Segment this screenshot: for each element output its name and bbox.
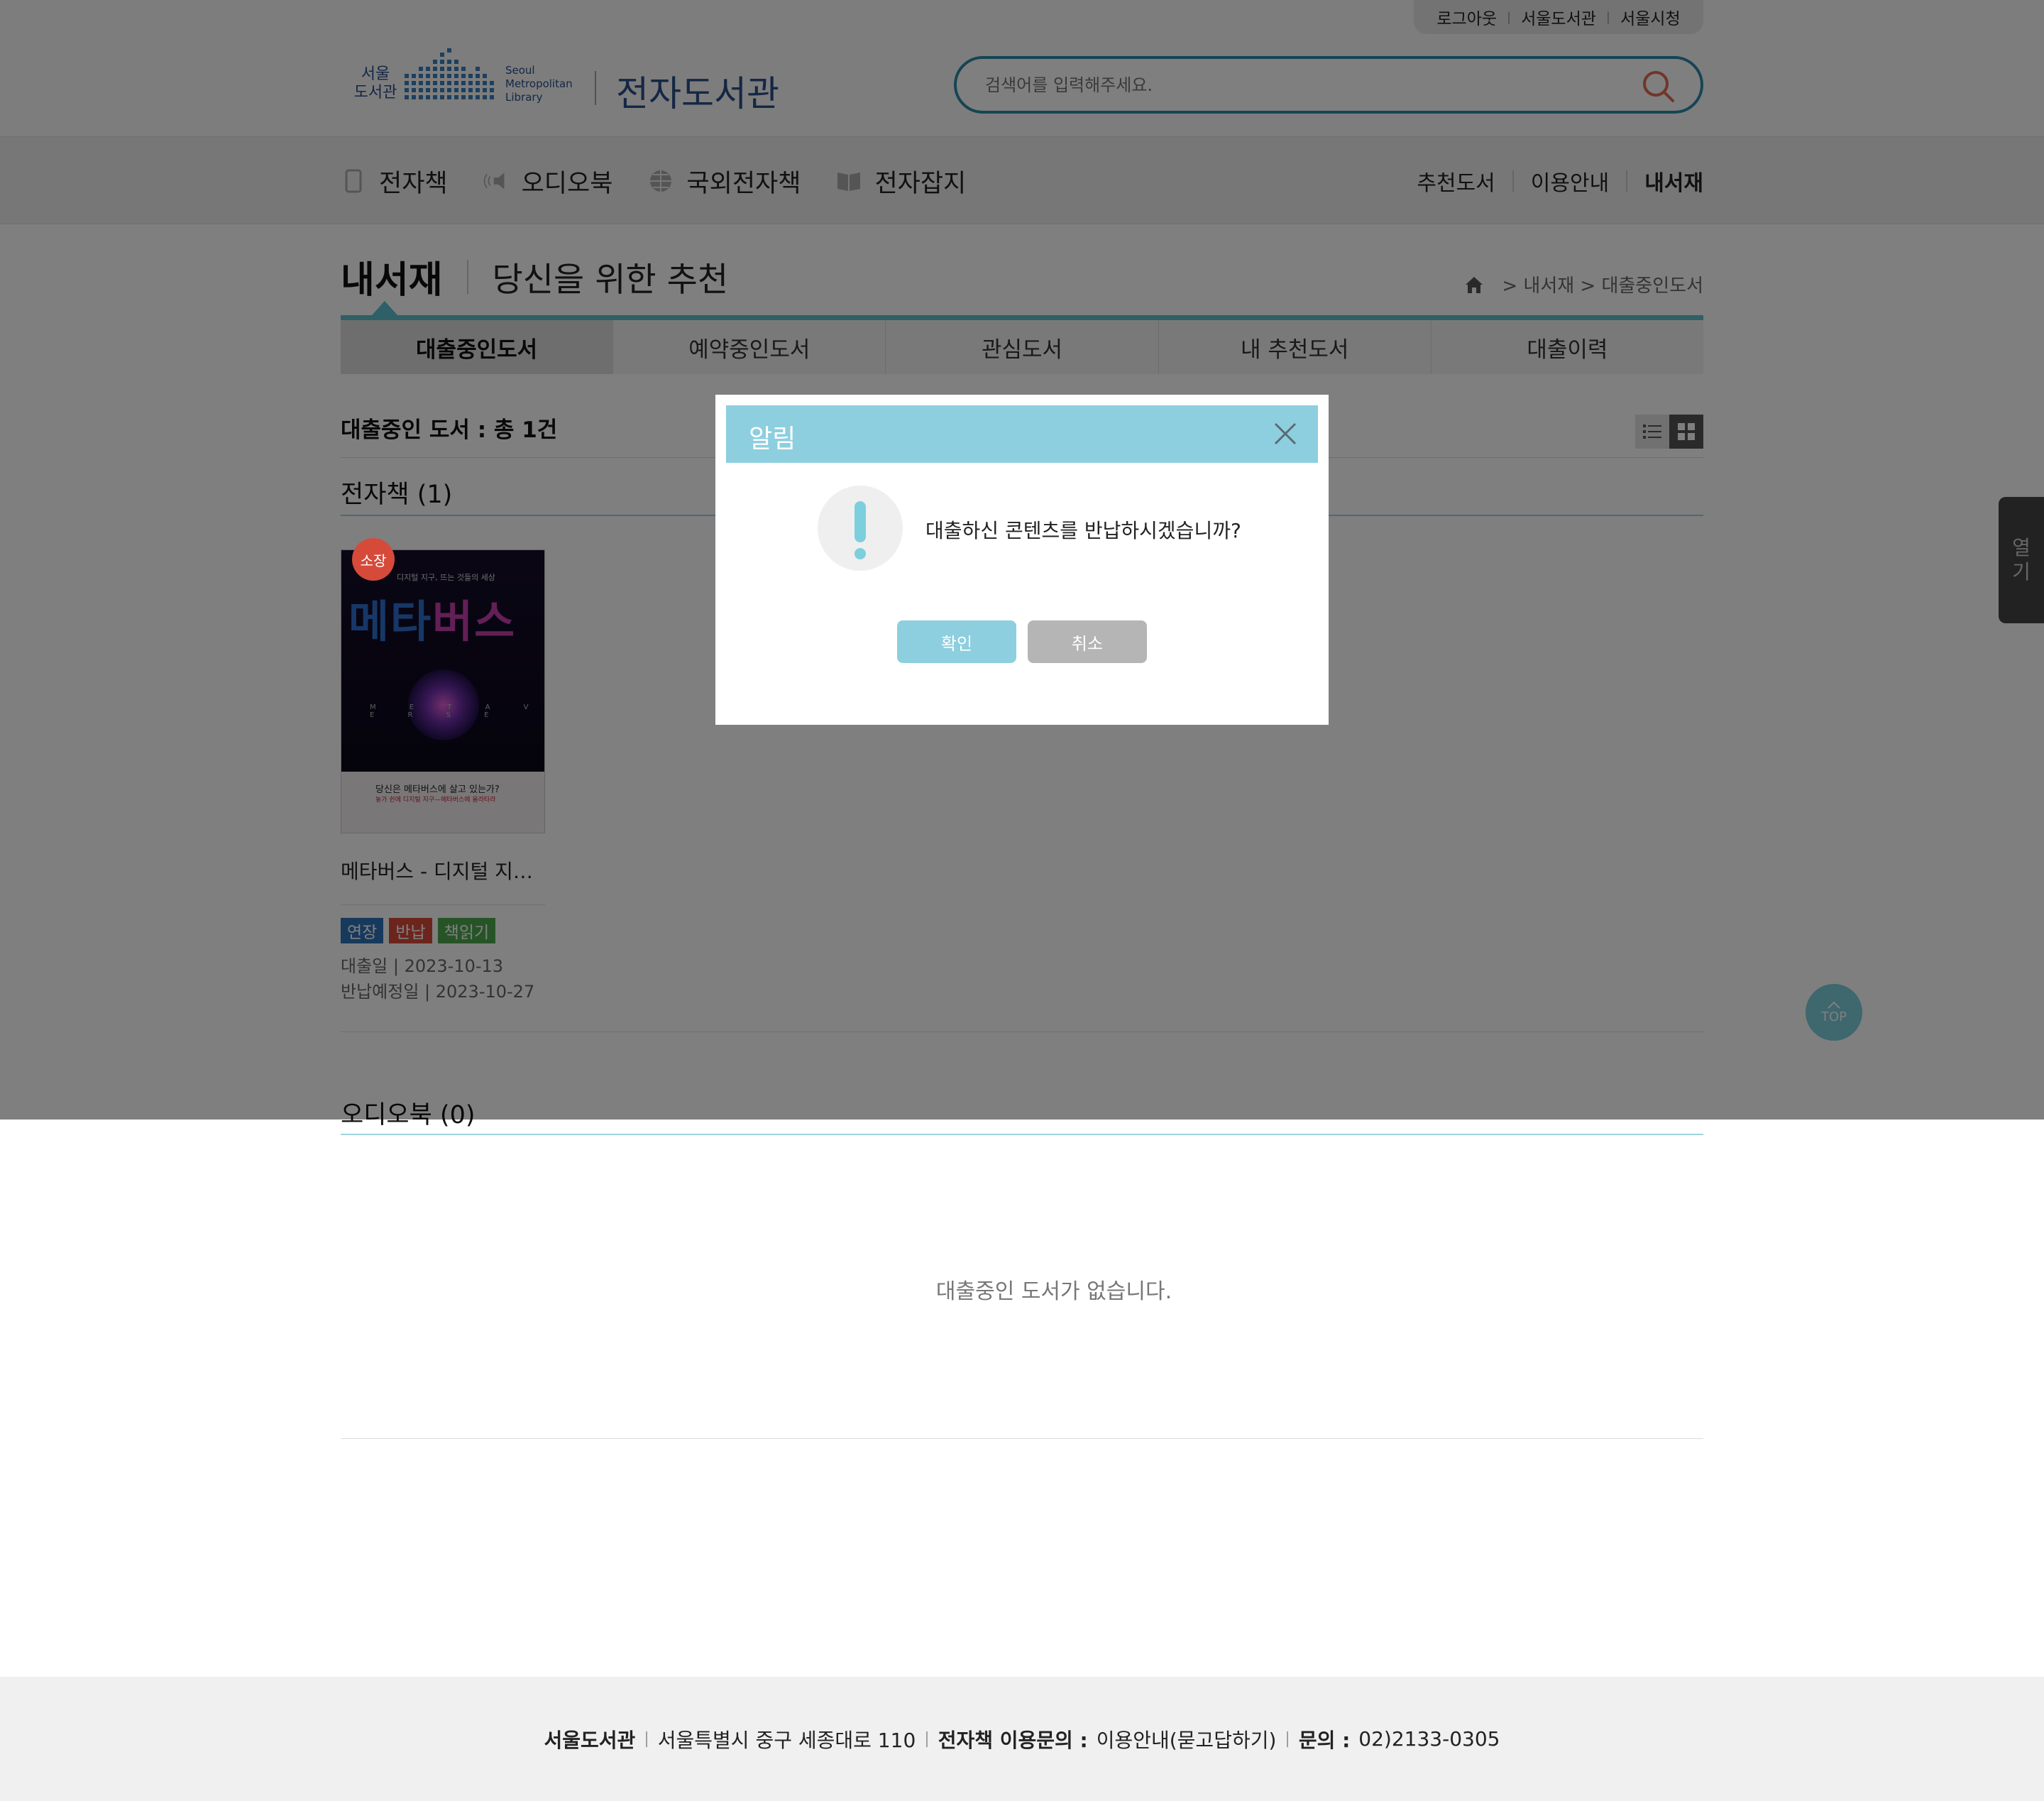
footer-inquiry-label: 전자책 이용문의 :	[938, 1728, 1088, 1752]
footer: 서울도서관 | 서울특별시 중구 세종대로 110 | 전자책 이용문의 : 이…	[0, 1677, 2044, 1801]
footer-inquiry-link[interactable]: 이용안내(묻고답하기)	[1097, 1725, 1277, 1753]
exclamation-bar	[855, 501, 866, 542]
cancel-button[interactable]: 취소	[1028, 620, 1147, 663]
close-icon[interactable]	[1271, 420, 1300, 448]
dialog-buttons: 확인 취소	[897, 620, 1147, 663]
alert-dialog: 알림 대출하신 콘텐츠를 반납하시겠습니까? 확인 취소	[715, 395, 1329, 725]
empty-message: 대출중인 도서가 없습니다.	[935, 1279, 1172, 1304]
exclamation-icon	[818, 486, 903, 571]
footer-phone-label: 문의 :	[1298, 1728, 1351, 1752]
footer-separator: |	[1285, 1730, 1290, 1748]
dialog-message: 대출하신 콘텐츠를 반납하시겠습니까?	[925, 519, 1241, 542]
footer-separator: |	[924, 1730, 930, 1748]
divider	[341, 1438, 1703, 1439]
dialog-header: 알림	[726, 405, 1318, 463]
footer-org: 서울도서관	[544, 1728, 636, 1752]
dialog-title: 알림	[749, 425, 796, 454]
footer-phone: 02)2133-0305	[1358, 1727, 1500, 1751]
footer-separator: |	[644, 1730, 649, 1748]
audiobook-section-line	[341, 1134, 1703, 1135]
footer-address: 서울특별시 중구 세종대로 110	[657, 1728, 916, 1752]
exclamation-dot	[855, 548, 866, 559]
owned-badge: 소장	[352, 538, 395, 581]
confirm-button[interactable]: 확인	[897, 620, 1016, 663]
